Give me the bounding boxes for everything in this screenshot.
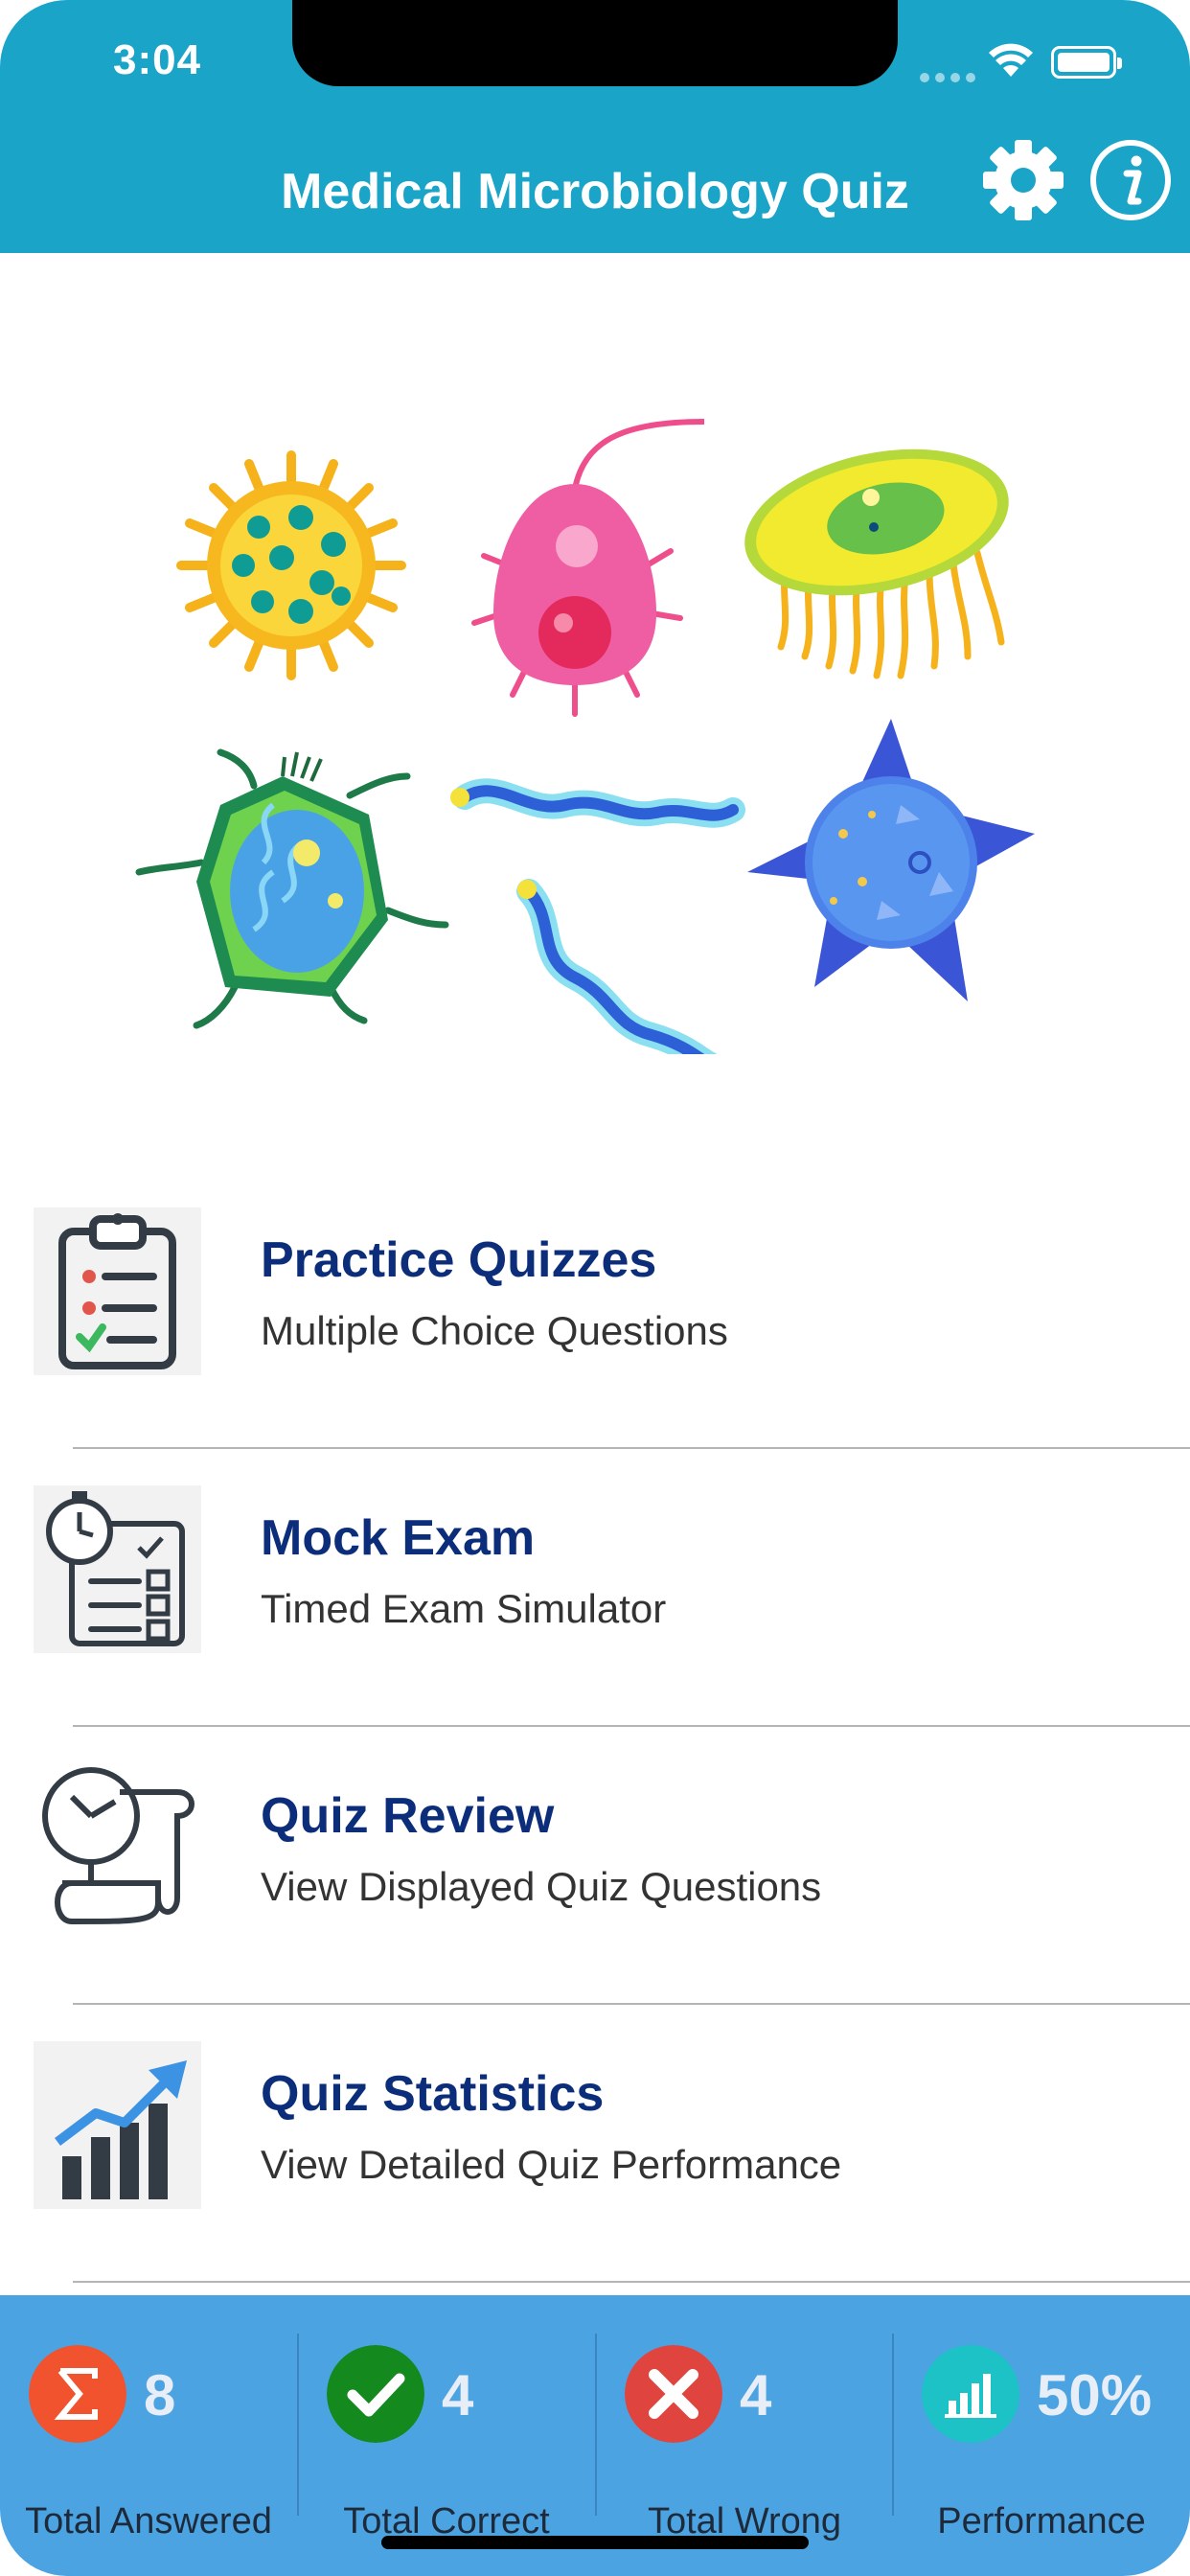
stats-footer: 8 Total Answered 4 Total Correct 4 Total…: [0, 2295, 1190, 2576]
menu-item-practice-quizzes[interactable]: Practice Quizzes Multiple Choice Questio…: [0, 1179, 1190, 1457]
stat-performance[interactable]: 50% Performance: [893, 2295, 1190, 2576]
divider: [73, 2281, 1190, 2283]
menu-item-subtitle: Multiple Choice Questions: [261, 1308, 728, 1353]
bacterium-yellow-icon: [744, 448, 1009, 679]
stat-value: 50%: [1037, 2363, 1153, 2427]
gear-icon[interactable]: [981, 138, 1065, 222]
virus-yellow-icon: [176, 450, 406, 680]
spirillum-blue-icon: [450, 778, 745, 1054]
menu-item-quiz-review[interactable]: Quiz Review View Displayed Quiz Question…: [0, 1735, 1190, 2012]
divider: [73, 1447, 1190, 1449]
clipboard-checklist-icon: [34, 1208, 201, 1375]
menu-item-title: Quiz Review: [261, 1788, 555, 1844]
menu-item-quiz-statistics[interactable]: Quiz Statistics View Detailed Quiz Perfo…: [0, 2012, 1190, 2290]
checkmark-icon: [327, 2345, 424, 2443]
divider: [73, 2003, 1190, 2005]
cell-green-icon: [135, 748, 449, 1029]
status-time: 3:04: [113, 36, 202, 83]
cellular-signal-icon: [920, 73, 975, 82]
menu-item-subtitle: View Displayed Quiz Questions: [261, 1864, 822, 1909]
bar-chart-up-icon: [34, 2041, 201, 2209]
menu-item-title: Practice Quizzes: [261, 1232, 657, 1288]
bar-chart-icon: [922, 2345, 1019, 2443]
info-icon[interactable]: [1088, 138, 1173, 222]
microbes-illustration: [135, 419, 1035, 1054]
battery-icon: [1051, 46, 1122, 79]
protozoa-pink-icon: [471, 419, 705, 717]
stat-label: Total Answered: [25, 2501, 272, 2542]
menu-item-title: Quiz Statistics: [261, 2066, 605, 2122]
virus-blue-star-icon: [747, 719, 1035, 1001]
stat-value: 4: [740, 2363, 772, 2427]
stat-label: Performance: [937, 2501, 1146, 2542]
clock-scroll-icon: [42, 1767, 195, 1925]
stopwatch-checklist-icon: [34, 1485, 201, 1653]
device-notch: [292, 0, 898, 86]
stat-value: 8: [144, 2363, 176, 2427]
stat-total-correct[interactable]: 4 Total Correct: [298, 2295, 595, 2576]
stat-value: 4: [442, 2363, 474, 2427]
wifi-icon: [989, 43, 1033, 77]
menu-item-title: Mock Exam: [261, 1510, 536, 1566]
menu-item-subtitle: View Detailed Quiz Performance: [261, 2142, 842, 2187]
menu-item-mock-exam[interactable]: Mock Exam Timed Exam Simulator: [0, 1457, 1190, 1735]
divider: [73, 1725, 1190, 1727]
nav-bar: 3:04 Medical Microbiology Quiz: [0, 0, 1190, 253]
home-indicator: [381, 2536, 809, 2549]
stat-total-wrong[interactable]: 4 Total Wrong: [596, 2295, 893, 2576]
stat-total-answered[interactable]: 8 Total Answered: [0, 2295, 297, 2576]
x-icon: [625, 2345, 722, 2443]
app-screen: 3:04 Medical Microbiology Quiz Practice …: [0, 0, 1190, 2576]
sigma-icon: [29, 2345, 126, 2443]
menu-item-subtitle: Timed Exam Simulator: [261, 1586, 667, 1631]
